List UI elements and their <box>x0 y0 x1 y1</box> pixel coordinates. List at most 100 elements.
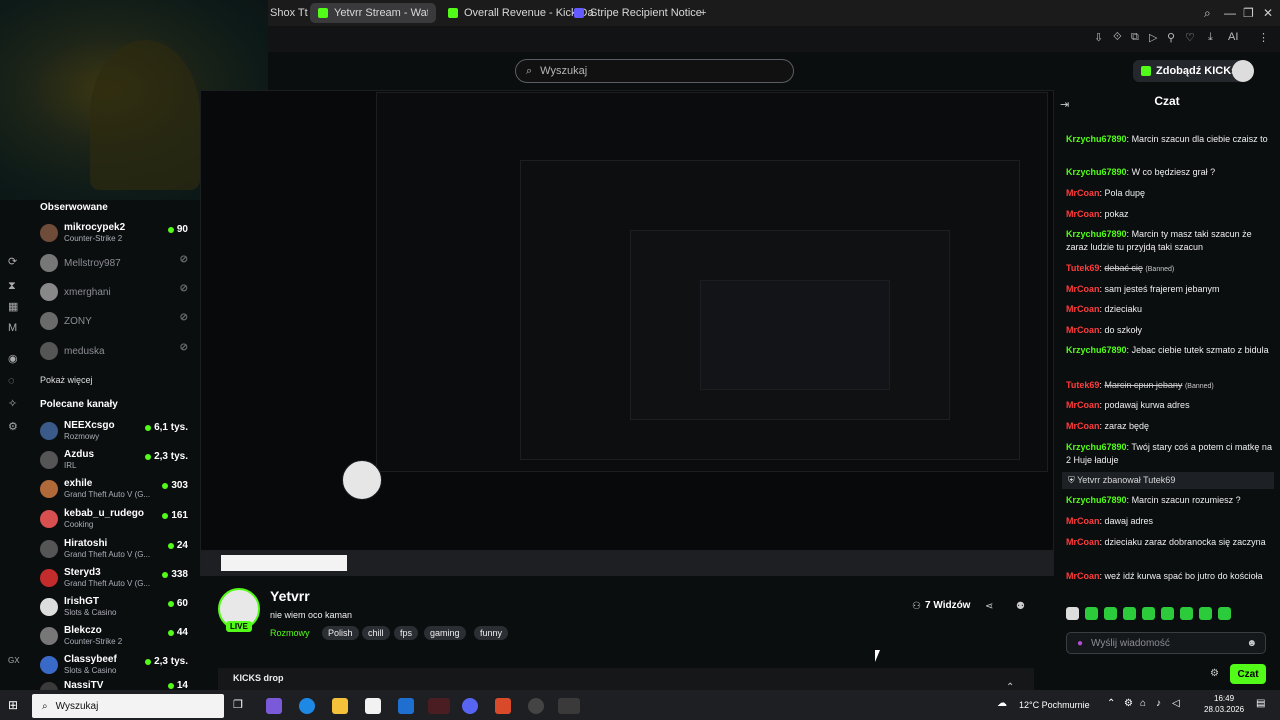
tag-gaming[interactable]: gaming <box>424 626 466 640</box>
new-tab-button[interactable]: + <box>692 3 714 23</box>
user-avatar[interactable] <box>1232 60 1254 82</box>
chat-username[interactable]: Krzychu67890 <box>1066 442 1127 452</box>
recommended-channel[interactable]: exhile Grand Theft Auto V (G... 303 <box>36 476 192 504</box>
clock[interactable]: 16:49 28.03.2026 <box>1204 693 1244 715</box>
chat-username[interactable]: Krzychu67890 <box>1066 229 1127 239</box>
recommended-channel[interactable]: kebab_u_rudego Cooking 161 <box>36 506 192 534</box>
chat-send-button[interactable]: Czat <box>1230 664 1266 684</box>
chat-username[interactable]: MrCoan <box>1066 421 1100 431</box>
chat-username[interactable]: MrCoan <box>1066 571 1100 581</box>
tab-yetvrr-stream[interactable]: Yetvrr Stream - Watch Live <box>310 3 436 23</box>
recommended-channel[interactable]: Hiratoshi Grand Theft Auto V (G... 24 <box>36 536 192 564</box>
streamer-name[interactable]: Yetvrr <box>270 588 310 604</box>
followed-channel[interactable]: Mellstroy987 ⊘ <box>36 250 192 278</box>
get-kicks-button[interactable]: Zdobądź KICKs <box>1133 60 1246 82</box>
chat-username[interactable]: Tutek69 <box>1066 263 1099 273</box>
video-player[interactable] <box>200 90 1054 576</box>
follow-icon[interactable]: ⚉ <box>1016 601 1025 612</box>
store-icon[interactable] <box>365 698 381 714</box>
chat-username[interactable]: MrCoan <box>1066 304 1100 314</box>
chat-username[interactable]: Krzychu67890 <box>1066 495 1127 505</box>
browse-icon[interactable]: ▦ <box>8 300 20 313</box>
chat-username[interactable]: Krzychu67890 <box>1066 134 1127 144</box>
recommended-channel[interactable]: Steryd3 Grand Theft Auto V (G... 338 <box>36 565 192 593</box>
emote[interactable] <box>1123 607 1136 620</box>
edge-icon[interactable] <box>299 698 315 714</box>
network-icon[interactable]: ⌂ <box>1140 698 1156 714</box>
tag-funny[interactable]: funny <box>474 626 509 640</box>
volume-icon[interactable]: ♪ <box>1156 698 1172 714</box>
tag-chill[interactable]: chill <box>362 626 390 640</box>
gear-icon[interactable]: ⚙ <box>1210 668 1219 679</box>
bookmark-icon[interactable]: ⇩ <box>1094 31 1103 44</box>
emote[interactable] <box>1161 607 1174 620</box>
chat-username[interactable]: Krzychu67890 <box>1066 167 1127 177</box>
speaker-icon[interactable]: ◁ <box>1172 698 1188 714</box>
close-button[interactable]: ✕ <box>1263 6 1273 20</box>
extension-icon[interactable]: ⟐ <box>1113 31 1122 44</box>
chat-username[interactable]: Tutek69 <box>1066 380 1099 390</box>
followed-channel[interactable]: ZONY ⊘ <box>36 308 192 336</box>
followed-channel[interactable]: mikrocypek2 Counter-Strike 2 90 <box>36 220 192 248</box>
emote[interactable] <box>1218 607 1231 620</box>
emote[interactable] <box>1199 607 1212 620</box>
tag-polish[interactable]: Polish <box>322 626 359 640</box>
recommended-channel[interactable]: Blekczo Counter-Strike 2 44 <box>36 623 192 651</box>
recommended-channel[interactable]: Classybeef Slots & Casino 2,3 tys. <box>36 652 192 680</box>
recommended-channel[interactable]: Azdus IRL 2,3 tys. <box>36 447 192 475</box>
recommended-channel[interactable]: NassiTV 14 <box>36 680 192 690</box>
chevron-up-icon[interactable]: ⌃ <box>1107 698 1123 714</box>
stream-category[interactable]: Rozmowy <box>270 628 310 638</box>
active-app-icon[interactable] <box>558 698 580 714</box>
copilot-icon[interactable] <box>266 698 282 714</box>
chat-username[interactable]: MrCoan <box>1066 325 1100 335</box>
emote[interactable] <box>1085 607 1098 620</box>
menu-icon[interactable]: ⋮ <box>1258 31 1269 44</box>
show-more-link[interactable]: Pokaż więcej <box>40 375 93 385</box>
emote[interactable] <box>1180 607 1193 620</box>
windows-start-icon[interactable]: ⊞ <box>8 698 22 712</box>
kick-logo-icon[interactable]: ⟳ <box>8 255 20 268</box>
tray-icon[interactable]: ⚙ <box>1124 698 1140 714</box>
chat-username[interactable]: MrCoan <box>1066 209 1100 219</box>
compass-icon[interactable]: ✧ <box>8 397 20 410</box>
recommended-channel[interactable]: NEEXcsgo Rozmowy 6,1 tys. <box>36 418 192 446</box>
opera-gx-icon[interactable] <box>428 698 450 714</box>
search-tabs-icon[interactable]: ⌕ <box>1204 6 1211 21</box>
chat-input[interactable]: ● Wyślij wiadomość ☻ <box>1066 632 1266 654</box>
outlook-icon[interactable] <box>398 698 414 714</box>
heart-icon[interactable]: ♡ <box>1185 31 1195 44</box>
search-input[interactable]: ⌕ Wyszukaj <box>515 59 794 83</box>
tab-shox[interactable]: Shox Tt <box>262 3 316 23</box>
chat-username[interactable]: MrCoan <box>1066 400 1100 410</box>
emoji-icon[interactable]: ☻ <box>1246 638 1257 649</box>
followed-channel[interactable]: meduska ⊘ <box>36 338 192 366</box>
restore-button[interactable]: ❐ <box>1243 6 1254 20</box>
discord-icon[interactable] <box>462 698 478 714</box>
ai-button[interactable]: AI <box>1228 31 1238 43</box>
chat-username[interactable]: MrCoan <box>1066 537 1100 547</box>
chat-username[interactable]: MrCoan <box>1066 188 1100 198</box>
minimize-button[interactable]: — <box>1224 6 1236 20</box>
discover-icon[interactable]: ⧗ <box>8 280 20 292</box>
m-icon[interactable]: M <box>8 322 20 334</box>
play-icon[interactable]: ▷ <box>1149 31 1157 44</box>
notification-icon[interactable]: ▤ <box>1256 698 1272 714</box>
chat-username[interactable]: MrCoan <box>1066 516 1100 526</box>
tab-stripe[interactable]: Stripe Recipient Notice <box>566 3 710 23</box>
tag-fps[interactable]: fps <box>394 626 419 640</box>
recommended-channel[interactable]: IrishGT Slots & Casino 60 <box>36 594 192 622</box>
emote[interactable] <box>1142 607 1155 620</box>
share-icon[interactable]: ⋖ <box>985 601 993 612</box>
microphone-app-icon[interactable] <box>495 698 511 714</box>
chat-username[interactable]: Krzychu67890 <box>1066 345 1127 355</box>
settings-icon[interactable]: ⚙ <box>8 420 20 433</box>
download-icon[interactable]: ⤓ <box>1208 31 1213 44</box>
followed-channel[interactable]: xmerghani ⊘ <box>36 279 192 307</box>
obs-icon[interactable] <box>528 698 544 714</box>
file-explorer-icon[interactable] <box>332 698 348 714</box>
circle-icon[interactable]: ◉ <box>8 352 20 365</box>
kicks-drop-panel[interactable]: KICKS drop <box>218 668 1034 690</box>
emote[interactable] <box>1066 607 1079 620</box>
taskbar-search[interactable]: ⌕ Wyszukaj <box>32 694 224 718</box>
